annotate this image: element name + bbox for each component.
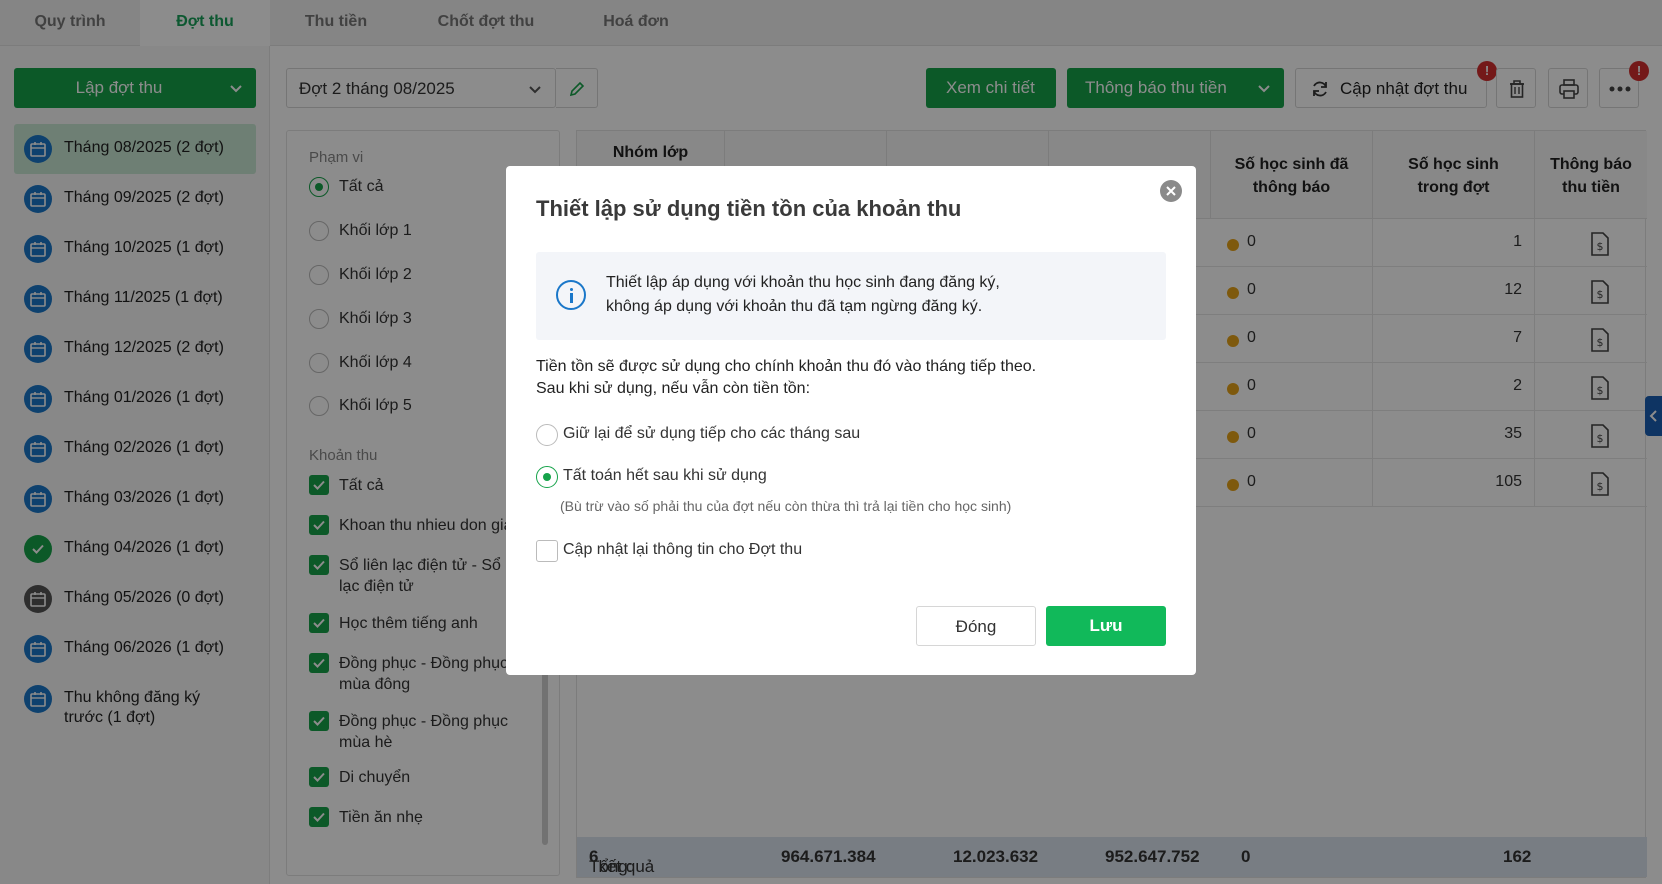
save-button[interactable]: Lưu	[1046, 606, 1166, 646]
cancel-button[interactable]: Đóng	[916, 606, 1036, 646]
info-line-1: Thiết lập áp dụng với khoản thu học sinh…	[606, 274, 1000, 291]
description-line-2: Sau khi sử dụng, nếu vẫn còn tiền tồn:	[536, 380, 811, 397]
app-page: Quy trình Đợt thu Thu tiền Chốt đợt thu …	[0, 0, 1662, 884]
close-button[interactable]	[1160, 180, 1182, 202]
option-keep-label: Giữ lại để sử dụng tiếp cho các tháng sa…	[563, 425, 861, 442]
info-icon	[556, 280, 586, 310]
description-line-1: Tiền tồn sẽ được sử dụng cho chính khoản…	[536, 358, 1037, 375]
info-box: Thiết lập áp dụng với khoản thu học sinh…	[536, 252, 1166, 340]
option-settle-label: Tất toán hết sau khi sử dụng	[563, 467, 767, 484]
option-update-label: Cập nhật lại thông tin cho Đợt thu	[563, 541, 803, 558]
radio[interactable]	[536, 424, 558, 446]
checkbox[interactable]	[536, 540, 558, 562]
dialog-title: Thiết lập sử dụng tiền tồn của khoản thu	[536, 196, 962, 221]
option-settle-note: (Bù trừ vào số phải thu của đợt nếu còn …	[560, 498, 1012, 514]
radio-selected[interactable]	[536, 466, 558, 488]
info-line-2: không áp dụng với khoản thu đã tạm ngừng…	[606, 298, 983, 315]
close-icon	[1166, 186, 1176, 196]
carryover-settings-dialog: Thiết lập sử dụng tiền tồn của khoản thu…	[506, 166, 1196, 675]
